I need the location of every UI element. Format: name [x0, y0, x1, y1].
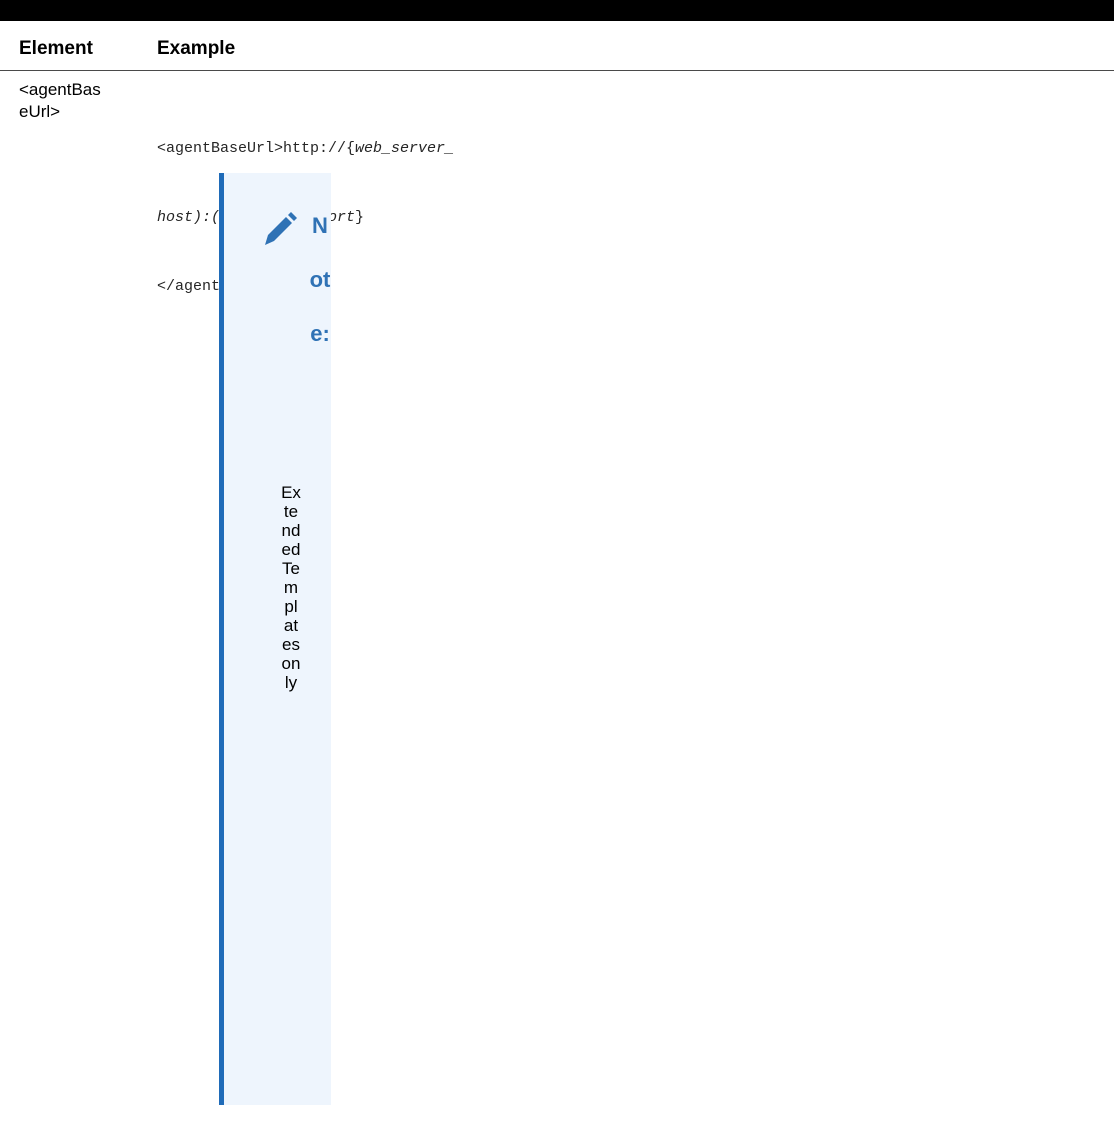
- pencil-icon: [265, 212, 297, 245]
- column-header-element: Element: [19, 38, 93, 59]
- note-label: Note:: [309, 213, 331, 346]
- element-name-line1: <agentBas: [19, 80, 101, 99]
- table-header: Element Example: [0, 21, 1114, 71]
- top-rule: [0, 0, 1114, 21]
- code-line-1-italic: web_server_: [355, 140, 455, 157]
- note-box: Note: ExtendedTemplates only: [219, 173, 331, 1105]
- code-line-2-suffix: }: [355, 209, 365, 226]
- note-text: ExtendedTemplates only: [281, 483, 301, 692]
- element-name-line2: eUrl>: [19, 102, 61, 121]
- element-cell: <agentBas eUrl>: [19, 79, 144, 123]
- column-header-example: Example: [157, 38, 236, 59]
- code-line-1-prefix: <agentBaseUrl>http://{: [157, 140, 356, 157]
- code-line-1: <agentBaseUrl>http://{web_server_: [157, 137, 454, 160]
- document-page: Element Example <agentBas eUrl> <agentBa…: [0, 0, 1114, 1137]
